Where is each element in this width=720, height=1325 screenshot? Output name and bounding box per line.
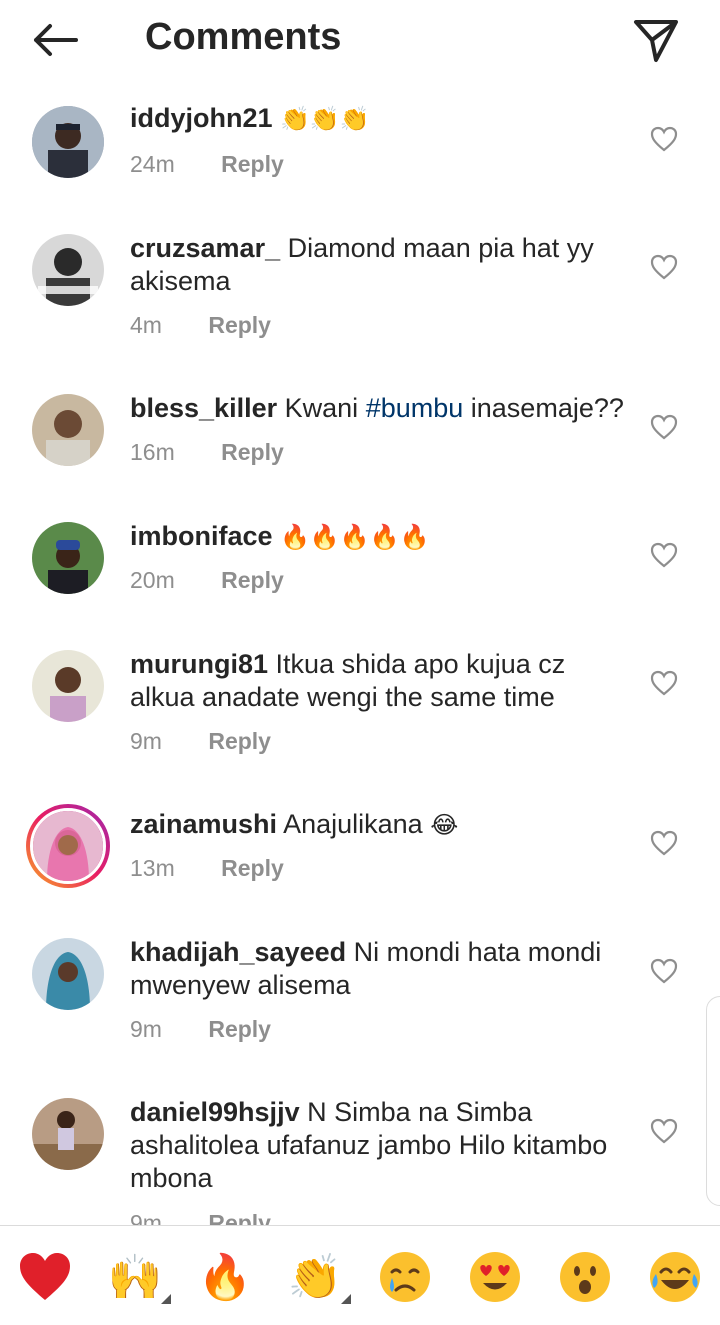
comment-text-continued: inasemaje?? [470, 393, 624, 423]
comment-timestamp: 20m [130, 567, 175, 593]
heart-eyes-reaction-icon[interactable] [468, 1250, 522, 1304]
comment-timestamp: 4m [130, 312, 162, 338]
avatar[interactable] [32, 394, 104, 466]
like-heart-icon[interactable] [650, 670, 678, 696]
clapping-hands-icon: 👏 [287, 1252, 343, 1303]
like-heart-icon[interactable] [650, 958, 678, 984]
reply-button[interactable]: Reply [221, 151, 284, 177]
like-heart-icon[interactable] [650, 254, 678, 280]
laughing-emoji: 😂 [430, 811, 459, 839]
like-heart-icon[interactable] [650, 1118, 678, 1144]
avatar-with-story-ring[interactable] [26, 804, 110, 888]
fire-emoji: 🔥🔥🔥🔥🔥 [280, 523, 430, 551]
reply-button[interactable]: Reply [221, 855, 284, 881]
fire-reaction[interactable]: 🔥 [195, 1246, 255, 1306]
tears-of-joy-reaction-icon[interactable] [648, 1250, 702, 1304]
hashtag-link[interactable]: #bumbu [366, 393, 464, 423]
avatar[interactable] [32, 650, 104, 722]
skin-tone-indicator [161, 1294, 171, 1304]
avatar[interactable] [32, 234, 104, 306]
reply-button[interactable]: Reply [208, 1016, 271, 1042]
comment-timestamp: 24m [130, 151, 175, 177]
like-heart-icon[interactable] [650, 126, 678, 152]
reply-button[interactable]: Reply [221, 439, 284, 465]
fire-icon: 🔥 [197, 1252, 253, 1303]
avatar[interactable] [32, 106, 104, 178]
comment-username[interactable]: iddyjohn21 [130, 103, 273, 133]
clapping-emoji: 👏👏👏 [280, 105, 370, 133]
quick-reactions-bar: 🙌 🔥 👏 [0, 1225, 720, 1325]
reply-button[interactable]: Reply [221, 567, 284, 593]
clapping-hands-reaction[interactable]: 👏 [285, 1246, 351, 1306]
avatar[interactable] [32, 1098, 104, 1170]
comment-username[interactable]: bless_killer [130, 393, 277, 423]
comment-text: Anajulikana [283, 809, 423, 839]
page-title: Comments [145, 16, 342, 58]
comment-timestamp: 13m [130, 855, 175, 881]
crying-face-reaction-icon[interactable] [378, 1250, 432, 1304]
comment-timestamp: 9m [130, 1210, 162, 1225]
comment-text: Kwani [284, 393, 359, 423]
comment-username[interactable]: cruzsamar_ [130, 233, 280, 263]
comment-username[interactable]: daniel99hsjjv [130, 1097, 300, 1127]
raising-hands-icon: 🙌 [107, 1252, 163, 1303]
comment-username[interactable]: imboniface [130, 521, 273, 551]
comment-username[interactable]: khadijah_sayeed [130, 937, 346, 967]
surprised-face-reaction-icon[interactable] [558, 1250, 612, 1304]
back-arrow-icon[interactable] [28, 18, 84, 62]
comment-timestamp: 9m [130, 1016, 162, 1042]
comment-timestamp: 9m [130, 728, 162, 754]
comment-timestamp: 16m [130, 439, 175, 465]
comments-list[interactable]: iddyjohn21 👏👏👏 24m Reply cruzsamar_ Diam… [0, 80, 720, 1225]
avatar[interactable] [32, 938, 104, 1010]
scroll-indicator[interactable] [706, 996, 720, 1206]
reply-button[interactable]: Reply [208, 728, 271, 754]
top-bar: Comments [0, 0, 720, 80]
comment-username[interactable]: murungi81 [130, 649, 268, 679]
skin-tone-indicator [341, 1294, 351, 1304]
avatar[interactable] [32, 522, 104, 594]
red-heart-reaction-icon[interactable] [18, 1250, 72, 1304]
send-direct-icon[interactable] [630, 14, 682, 66]
like-heart-icon[interactable] [650, 830, 678, 856]
reply-button[interactable]: Reply [208, 1210, 271, 1225]
like-heart-icon[interactable] [650, 542, 678, 568]
raising-hands-reaction[interactable]: 🙌 [105, 1246, 171, 1306]
like-heart-icon[interactable] [650, 414, 678, 440]
comment-username[interactable]: zainamushi [130, 809, 277, 839]
reply-button[interactable]: Reply [208, 312, 271, 338]
